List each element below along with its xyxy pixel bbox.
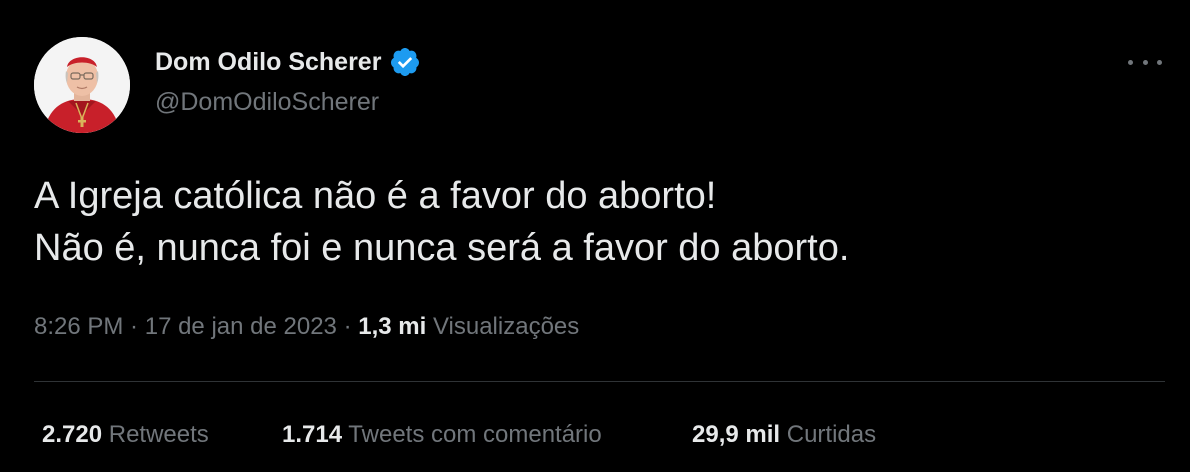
quotes-stat[interactable]: 1.714 Tweets com comentário — [282, 421, 602, 449]
tweet-line-1: A Igreja católica não é a favor do abort… — [34, 175, 717, 217]
likes-count: 29,9 mil — [692, 421, 781, 448]
retweets-stat[interactable]: 2.720 Retweets — [42, 421, 209, 449]
meta-separator: · — [123, 313, 145, 340]
tweet-meta: 8:26 PM · 17 de jan de 2023 · 1,3 mi Vis… — [34, 313, 579, 341]
avatar[interactable] — [34, 37, 130, 133]
tweet-time[interactable]: 8:26 PM — [34, 313, 123, 340]
meta-separator: · — [336, 313, 359, 340]
more-dot — [1128, 59, 1133, 65]
retweets-count: 2.720 — [42, 421, 103, 448]
avatar-photo — [34, 37, 130, 133]
author-handle[interactable]: @DomOdiloScherer — [155, 88, 379, 117]
tweet-text: A Igreja católica não é a favor do abort… — [34, 170, 849, 274]
likes-stat[interactable]: 29,9 mil Curtidas — [692, 421, 876, 449]
author-display-name[interactable]: Dom Odilo Scherer — [155, 46, 421, 78]
tweet-date[interactable]: 17 de jan de 2023 — [145, 313, 337, 340]
more-dot — [1157, 59, 1162, 65]
tweet-line-2: Não é, nunca foi e nunca será a favor do… — [34, 227, 850, 269]
quotes-count: 1.714 — [282, 421, 343, 448]
views-label[interactable]: Visualizações — [433, 313, 579, 340]
quotes-label: Tweets com comentário — [348, 421, 602, 448]
verified-badge-icon — [391, 48, 420, 76]
likes-label: Curtidas — [786, 421, 877, 448]
author-name-text[interactable]: Dom Odilo Scherer — [155, 48, 381, 77]
views-count: 1,3 mi — [358, 313, 427, 340]
retweets-label: Retweets — [108, 421, 209, 448]
more-dot — [1142, 59, 1148, 65]
divider — [34, 381, 1165, 382]
more-options-icon[interactable] — [1128, 50, 1162, 74]
